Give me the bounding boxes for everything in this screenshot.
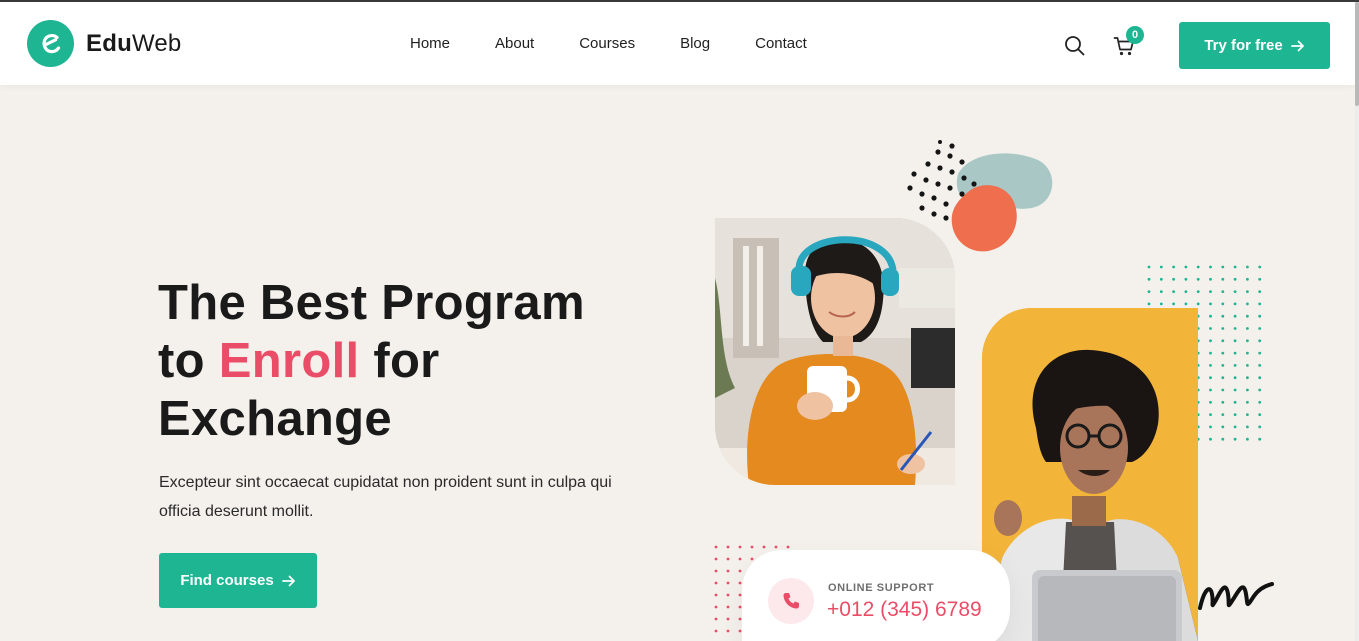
nav-item-contact[interactable]: Contact: [755, 34, 807, 54]
scrollbar-thumb[interactable]: [1355, 2, 1359, 106]
nav-item-about[interactable]: About: [495, 34, 534, 54]
nav-item-home[interactable]: Home: [410, 34, 450, 54]
hero-description: Excepteur sint occaecat cupidatat non pr…: [159, 474, 612, 520]
decorative-squiggle: [1198, 582, 1274, 610]
search-icon[interactable]: [1064, 35, 1085, 56]
hero-title: The Best Program to Enroll for Exchange: [158, 274, 628, 448]
student-boy-photo: [982, 308, 1198, 641]
support-label: ONLINE SUPPORT: [828, 582, 935, 594]
e-letter-logo-icon: [27, 20, 74, 67]
site-header: EduWeb Home About Courses Blog Contact 0…: [0, 2, 1355, 85]
phone-icon[interactable]: [768, 578, 814, 624]
nav-item-courses[interactable]: Courses: [579, 34, 635, 54]
hero-title-to: to: [158, 334, 219, 388]
brand-name: EduWeb: [86, 30, 181, 58]
arrow-right-icon: [281, 575, 296, 587]
support-phone-number[interactable]: +012 (345) 6789: [827, 598, 982, 622]
nav-item-blog[interactable]: Blog: [680, 34, 710, 54]
student-girl-photo: [715, 218, 955, 485]
main-nav: Home About Courses Blog Contact: [410, 34, 852, 54]
hero-title-line3: Exchange: [158, 392, 392, 446]
hero-title-line1: The Best Program: [158, 276, 585, 330]
hero-title-for: for: [359, 334, 440, 388]
brand-name-bold: Edu: [86, 29, 132, 57]
brand-logo[interactable]: EduWeb: [27, 20, 181, 67]
hero-title-accent: Enroll: [218, 334, 360, 388]
brand-name-regular: Web: [131, 29, 182, 57]
arrow-right-icon: [1290, 40, 1305, 52]
try-for-free-label: Try for free: [1204, 37, 1283, 54]
online-support-card: ONLINE SUPPORT +012 (345) 6789: [742, 550, 1010, 641]
cart-count-badge: 0: [1126, 26, 1144, 44]
find-courses-button[interactable]: Find courses: [159, 553, 317, 608]
find-courses-label: Find courses: [180, 572, 274, 589]
try-for-free-button[interactable]: Try for free: [1179, 22, 1330, 69]
